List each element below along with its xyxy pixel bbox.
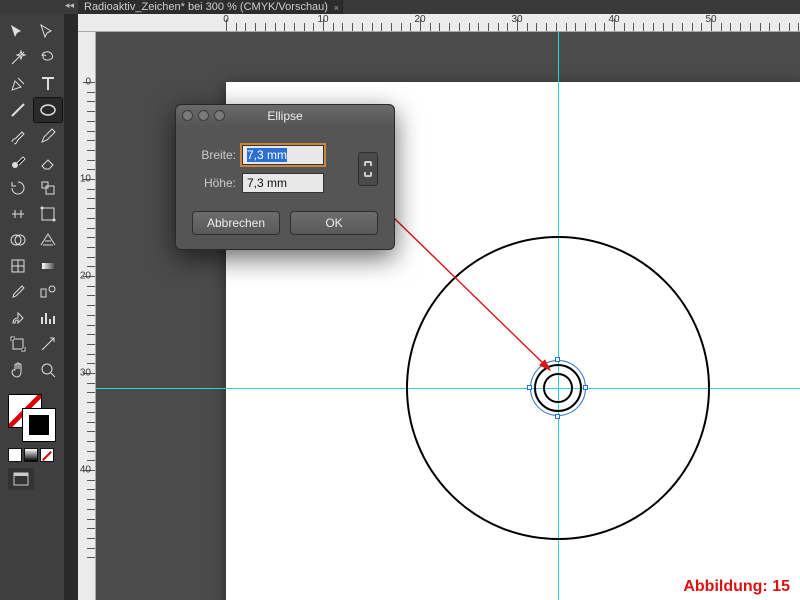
direct-selection-tool-icon bbox=[39, 23, 57, 41]
ruler-v-label: 40 bbox=[80, 465, 91, 476]
direct-selection-tool[interactable] bbox=[34, 20, 62, 44]
zoom-tool-icon bbox=[39, 361, 57, 379]
shape-builder-tool-icon bbox=[9, 231, 27, 249]
blend-tool[interactable] bbox=[34, 280, 62, 304]
symbol-sprayer-tool[interactable] bbox=[4, 306, 32, 330]
color-mode-none[interactable] bbox=[40, 448, 54, 462]
pencil-tool[interactable] bbox=[34, 124, 62, 148]
artboard-tool[interactable] bbox=[4, 332, 32, 356]
pen-tool-icon bbox=[9, 75, 27, 93]
vertical-ruler[interactable]: 0 10 20 30 40 bbox=[78, 32, 96, 600]
ruler-h-label: 10 bbox=[317, 14, 328, 25]
close-icon[interactable]: × bbox=[334, 1, 339, 15]
pencil-tool-icon bbox=[39, 127, 57, 145]
mesh-tool[interactable] bbox=[4, 254, 32, 278]
eyedropper-tool-icon bbox=[9, 283, 27, 301]
ok-button[interactable]: OK bbox=[290, 211, 378, 235]
ellipse-tool-icon bbox=[39, 101, 57, 119]
selection-handle[interactable] bbox=[555, 357, 560, 362]
ruler-v-label: 10 bbox=[80, 174, 91, 185]
perspective-grid-tool[interactable] bbox=[34, 228, 62, 252]
height-label: Höhe: bbox=[190, 176, 236, 190]
eraser-tool[interactable] bbox=[34, 150, 62, 174]
paintbrush-tool[interactable] bbox=[4, 124, 32, 148]
ruler-h-label: 30 bbox=[511, 14, 522, 25]
ruler-v-label: 20 bbox=[80, 271, 91, 282]
link-icon bbox=[363, 160, 373, 178]
artboard-tool-icon bbox=[9, 335, 27, 353]
zoom-tool[interactable] bbox=[34, 358, 62, 382]
type-tool-icon bbox=[39, 75, 57, 93]
gradient-tool[interactable] bbox=[34, 254, 62, 278]
paintbrush-tool-icon bbox=[9, 127, 27, 145]
eyedropper-tool[interactable] bbox=[4, 280, 32, 304]
document-tab[interactable]: Radioaktiv_Zeichen* bei 300 % (CMYK/Vors… bbox=[78, 0, 343, 14]
ellipse-dialog: Ellipse Breite: Höhe: bbox=[175, 104, 395, 250]
screen-mode-button[interactable] bbox=[8, 468, 34, 490]
symbol-sprayer-tool-icon bbox=[9, 309, 27, 327]
magic-wand-tool-icon bbox=[9, 49, 27, 67]
ruler-h-label: 50 bbox=[705, 14, 716, 25]
blob-brush-tool-icon bbox=[9, 153, 27, 171]
color-mode-row bbox=[4, 448, 60, 462]
width-tool[interactable] bbox=[4, 202, 32, 226]
constrain-proportions-button[interactable] bbox=[358, 152, 378, 186]
column-graph-tool[interactable] bbox=[34, 306, 62, 330]
perspective-grid-tool-icon bbox=[39, 231, 57, 249]
width-tool-icon bbox=[9, 205, 27, 223]
width-label: Breite: bbox=[190, 148, 236, 162]
selection-handle[interactable] bbox=[527, 385, 532, 390]
scale-tool[interactable] bbox=[34, 176, 62, 200]
ruler-h-label: 20 bbox=[414, 14, 425, 25]
window-controls[interactable] bbox=[182, 110, 225, 121]
tool-panel bbox=[0, 14, 64, 600]
dialog-title: Ellipse bbox=[267, 109, 302, 123]
lasso-tool-icon bbox=[39, 49, 57, 67]
slice-tool[interactable] bbox=[34, 332, 62, 356]
pen-tool[interactable] bbox=[4, 72, 32, 96]
selection-tool[interactable] bbox=[4, 20, 32, 44]
column-graph-tool-icon bbox=[39, 309, 57, 327]
fill-stroke-swatch[interactable] bbox=[4, 390, 60, 444]
hand-tool[interactable] bbox=[4, 358, 32, 382]
free-transform-tool[interactable] bbox=[34, 202, 62, 226]
cancel-button[interactable]: Abbrechen bbox=[192, 211, 280, 235]
horizontal-ruler[interactable]: 0102030405060 bbox=[78, 14, 800, 32]
ruler-h-label: 40 bbox=[608, 14, 619, 25]
height-input[interactable] bbox=[242, 173, 324, 193]
figure-caption: Abbildung: 15 bbox=[683, 578, 790, 596]
inner-circle-shape[interactable] bbox=[543, 373, 573, 403]
stroke-swatch[interactable] bbox=[22, 408, 56, 442]
shape-builder-tool[interactable] bbox=[4, 228, 32, 252]
color-mode-solid[interactable] bbox=[8, 448, 22, 462]
mesh-tool-icon bbox=[9, 257, 27, 275]
panel-collapse-chevrons-icon[interactable]: ◂◂ bbox=[0, 0, 78, 14]
scale-tool-icon bbox=[39, 179, 57, 197]
type-tool[interactable] bbox=[34, 72, 62, 96]
gradient-tool-icon bbox=[39, 257, 57, 275]
selection-handle[interactable] bbox=[555, 414, 560, 419]
document-title: Radioaktiv_Zeichen* bei 300 % (CMYK/Vors… bbox=[84, 1, 328, 13]
eraser-tool-icon bbox=[39, 153, 57, 171]
lasso-tool[interactable] bbox=[34, 46, 62, 70]
line-tool-icon bbox=[9, 101, 27, 119]
rotate-tool[interactable] bbox=[4, 176, 32, 200]
ruler-h-label: 0 bbox=[223, 14, 229, 25]
blend-tool-icon bbox=[39, 283, 57, 301]
width-input[interactable] bbox=[242, 145, 324, 165]
color-mode-gradient[interactable] bbox=[24, 448, 38, 462]
ruler-v-label: 0 bbox=[85, 77, 91, 88]
line-tool[interactable] bbox=[4, 98, 32, 122]
ellipse-tool[interactable] bbox=[34, 98, 62, 122]
blob-brush-tool[interactable] bbox=[4, 150, 32, 174]
selection-handle[interactable] bbox=[583, 385, 588, 390]
free-transform-tool-icon bbox=[39, 205, 57, 223]
slice-tool-icon bbox=[39, 335, 57, 353]
hand-tool-icon bbox=[9, 361, 27, 379]
selection-tool-icon bbox=[9, 23, 27, 41]
ruler-v-label: 30 bbox=[80, 368, 91, 379]
rotate-tool-icon bbox=[9, 179, 27, 197]
dialog-titlebar[interactable]: Ellipse bbox=[176, 105, 394, 127]
magic-wand-tool[interactable] bbox=[4, 46, 32, 70]
